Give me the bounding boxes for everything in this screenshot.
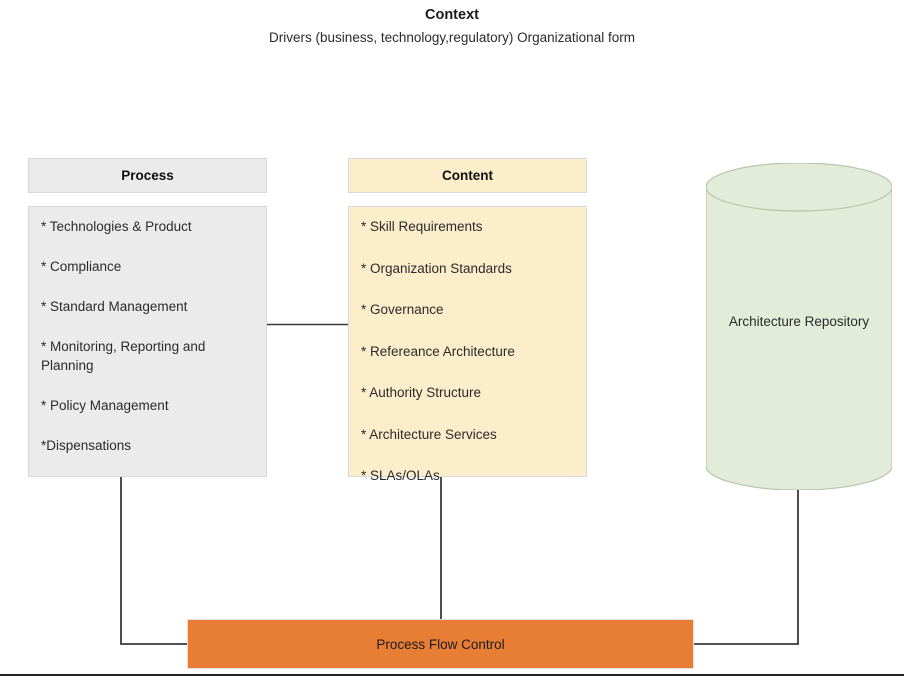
cylinder-body (706, 186, 892, 490)
process-column-header[interactable]: Process (28, 158, 267, 193)
process-flow-control-bar[interactable]: Process Flow Control (187, 619, 694, 669)
content-column-title: Content (442, 168, 493, 183)
process-flow-control-label: Process Flow Control (376, 636, 505, 652)
process-column-body[interactable]: * Technologies & Product * Compliance * … (28, 206, 267, 477)
connector-repository-to-flow-control (694, 490, 799, 645)
content-column-header[interactable]: Content (348, 158, 587, 193)
list-item: * Refereance Architecture (361, 343, 515, 359)
architecture-repository-label: Architecture Repository (728, 314, 870, 329)
list-item: * Governance (361, 302, 444, 317)
list-item: * Architecture Services (361, 426, 497, 442)
list-item: * SLAs/OLAs (361, 468, 440, 483)
list-item: * Policy Management (41, 398, 169, 413)
list-item: * Monitoring, Reporting and Planning (41, 339, 206, 373)
list-item: * Technologies & Product (41, 219, 192, 234)
list-item: * Compliance (41, 259, 122, 274)
content-column-body[interactable]: * Skill Requirements * Organization Stan… (348, 206, 587, 483)
list-item: * Organization Standards (361, 260, 512, 276)
list-item: * Skill Requirements (361, 219, 483, 234)
process-column-title: Process (121, 168, 174, 183)
bottom-divider (0, 674, 904, 676)
list-item: * Authority Structure (361, 385, 482, 400)
connector-process-to-flow-control (120, 477, 187, 645)
diagram-canvas: Context Drivers (business, technology,re… (0, 0, 904, 680)
list-item: * Standard Management (41, 299, 188, 314)
list-item: *Dispensations (41, 438, 132, 453)
cylinder-top (706, 163, 892, 212)
